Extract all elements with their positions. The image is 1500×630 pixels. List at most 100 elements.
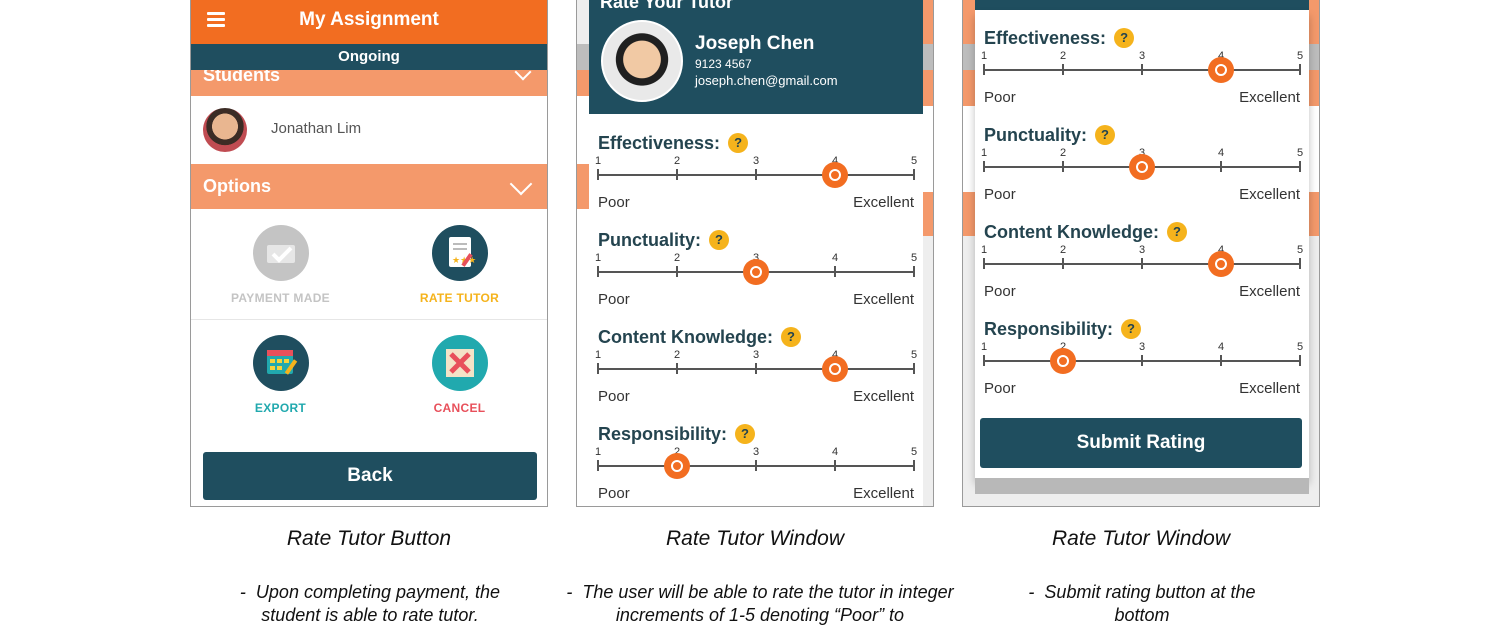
slider-tick — [1141, 355, 1143, 366]
rate-tutor-button[interactable]: ★★★ RATE TUTOR — [370, 209, 547, 319]
tutor-header-edge — [975, 0, 1309, 10]
scale-low-label: Poor — [598, 291, 630, 308]
slider-tick — [1141, 258, 1143, 269]
options-grid: PAYMENT MADE ★★★ RATE TUTOR EXPORT CANCE… — [191, 209, 547, 431]
help-icon[interactable]: ? — [728, 133, 749, 153]
scale-number: 5 — [910, 155, 918, 167]
payment-made-label: PAYMENT MADE — [231, 291, 330, 305]
scale-number: 5 — [910, 252, 918, 264]
scale-number: 3 — [752, 155, 760, 167]
scale-high-label: Excellent — [1239, 89, 1300, 106]
slider-handle[interactable] — [743, 259, 769, 285]
rating-label-text: Content Knowledge: — [598, 327, 773, 347]
caption-desc-3: - Submit rating button at the bottom — [942, 581, 1342, 627]
rate-tutor-window-2: Effectiveness:? 1 2 3 4 5 Poor Excellent Punctua… — [962, 0, 1320, 507]
rating-slider[interactable]: Effectiveness:? 1 2 3 4 5 Poor Excellent — [981, 28, 1303, 118]
options-section-label: Options — [203, 176, 271, 196]
caption-line: bottom — [1114, 605, 1170, 625]
scale-number: 3 — [752, 446, 760, 458]
rating-label: Responsibility:? — [598, 424, 756, 445]
rating-slider[interactable]: Content Knowledge:? 1 2 3 4 5 Poor Excellent — [981, 222, 1303, 312]
scale-number: 3 — [1138, 341, 1146, 353]
rating-label: Effectiveness:? — [598, 133, 749, 154]
export-label: EXPORT — [254, 401, 307, 415]
scale-high-label: Excellent — [1239, 186, 1300, 203]
cancel-icon — [432, 335, 488, 391]
rating-label: Effectiveness:? — [984, 28, 1135, 49]
caption-desc-1: - Upon completing payment, the student is… — [170, 581, 570, 627]
slider-tick — [1299, 258, 1301, 269]
slider-handle[interactable] — [1050, 348, 1076, 374]
slider-tick — [597, 266, 599, 277]
rating-slider[interactable]: Effectiveness:? 1 2 3 4 5 Poor Excellent — [595, 133, 917, 223]
students-section-label: Students — [203, 70, 281, 85]
payment-made-button[interactable]: PAYMENT MADE — [191, 209, 370, 319]
caption-line: Submit rating button at the — [1044, 582, 1256, 602]
rating-label-text: Effectiveness: — [598, 133, 721, 153]
chevron-down-icon — [514, 70, 532, 81]
scale-number: 5 — [1296, 244, 1304, 256]
tutor-avatar — [601, 20, 683, 102]
rating-slider[interactable]: Punctuality:? 1 2 3 4 5 Poor Excellent — [981, 125, 1303, 215]
help-icon[interactable]: ? — [709, 230, 730, 250]
scale-low-label: Poor — [984, 186, 1016, 203]
help-icon[interactable]: ? — [1166, 222, 1187, 242]
scale-number: 3 — [1138, 244, 1146, 256]
caption-line: student is able to rate tutor. — [261, 605, 479, 625]
export-calendar-icon — [253, 335, 309, 391]
scale-number: 4 — [1217, 147, 1225, 159]
slider-handle[interactable] — [664, 453, 690, 479]
slider-handle[interactable] — [822, 356, 848, 382]
help-icon[interactable]: ? — [735, 424, 756, 444]
rating-slider[interactable]: Responsibility:? 1 2 3 4 5 Poor Excellent — [981, 319, 1303, 409]
help-icon[interactable]: ? — [1095, 125, 1116, 145]
slider-handle[interactable] — [1129, 154, 1155, 180]
scale-number: 1 — [980, 244, 988, 256]
caption-bullet: - — [239, 582, 246, 602]
rating-slider[interactable]: Punctuality:? 1 2 3 4 5 Poor Excellent — [595, 230, 917, 320]
scale-number: 5 — [910, 446, 918, 458]
background-overlay-left — [963, 0, 975, 506]
slider-tick — [913, 460, 915, 471]
slider-tick — [755, 363, 757, 374]
tutor-phone: 9123 4567 — [695, 57, 752, 71]
slider-handle[interactable] — [1208, 57, 1234, 83]
rating-label-text: Responsibility: — [984, 319, 1114, 339]
back-button[interactable]: Back — [203, 452, 537, 500]
slider-tick — [913, 169, 915, 180]
page-title: My Assignment — [299, 9, 439, 30]
caption-line: Upon completing payment, the — [255, 582, 501, 602]
options-section-header[interactable]: Options — [191, 164, 547, 209]
scale-number: 4 — [831, 446, 839, 458]
student-list-item[interactable]: Jonathan Lim — [191, 96, 547, 164]
scale-number: 2 — [1059, 244, 1067, 256]
scale-high-label: Excellent — [1239, 380, 1300, 397]
scale-number: 1 — [980, 341, 988, 353]
slider-tick — [676, 169, 678, 180]
tutor-header: Rate Your Tutor Joseph Chen 9123 4567 jo… — [589, 0, 923, 114]
rating-label-text: Effectiveness: — [984, 28, 1107, 48]
caption-line: The user will be able to rate the tutor … — [582, 582, 954, 602]
scale-low-label: Poor — [984, 283, 1016, 300]
scale-number: 4 — [1217, 341, 1225, 353]
rating-slider[interactable]: Responsibility:? 1 2 3 4 5 Poor Excellent — [595, 424, 917, 506]
rate-tutor-button-screen: My Assignment Ongoing Students Jonathan … — [190, 0, 548, 507]
help-icon[interactable]: ? — [1114, 28, 1135, 48]
export-button[interactable]: EXPORT — [191, 319, 370, 429]
slider-handle[interactable] — [822, 162, 848, 188]
caption-title-1: Rate Tutor Button — [286, 527, 452, 550]
cancel-button[interactable]: CANCEL — [370, 319, 547, 429]
scale-low-label: Poor — [598, 194, 630, 211]
rating-slider[interactable]: Content Knowledge:? 1 2 3 4 5 Poor Excellent — [595, 327, 917, 417]
scale-number: 1 — [594, 446, 602, 458]
help-icon[interactable]: ? — [1121, 319, 1142, 339]
scale-low-label: Poor — [984, 89, 1016, 106]
scale-low-label: Poor — [598, 485, 630, 502]
slider-handle[interactable] — [1208, 251, 1234, 277]
scale-low-label: Poor — [984, 380, 1016, 397]
submit-rating-button[interactable]: Submit Rating — [980, 418, 1302, 468]
scale-high-label: Excellent — [853, 194, 914, 211]
help-icon[interactable]: ? — [780, 327, 801, 347]
students-section-header[interactable]: Students — [191, 70, 547, 96]
scale-high-label: Excellent — [1239, 283, 1300, 300]
